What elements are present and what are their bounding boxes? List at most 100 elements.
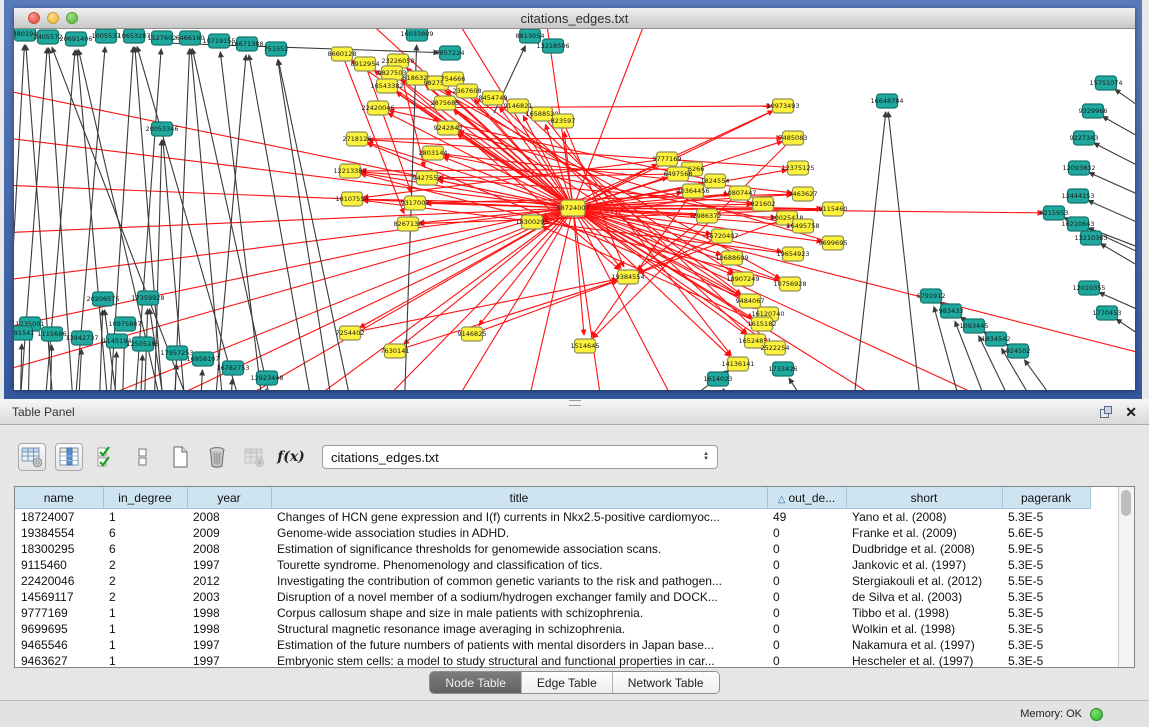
graph-node[interactable]: 9427552 [413,171,442,185]
graph-node[interactable]: 821602 [751,197,776,211]
citation-edge[interactable] [1088,200,1135,234]
table-cell[interactable]: 2 [103,589,187,605]
graph-node[interactable]: 10688609 [715,251,748,265]
citation-edge-red[interactable] [573,208,1135,359]
table-cell[interactable]: 9777169 [15,605,103,621]
close-panel-icon[interactable]: ✕ [1125,405,1137,419]
table-row[interactable]: 2242004622012Investigating the contribut… [15,573,1118,589]
table-cell[interactable]: 0 [767,605,846,621]
graph-node[interactable]: 1824554 [701,174,730,188]
citation-edge[interactable] [723,389,738,390]
table-cell[interactable]: Hescheler et al. (1997) [846,653,1002,669]
graph-node[interactable]: 10975887 [108,317,141,331]
table-cell[interactable]: 18300295 [15,541,103,557]
column-chooser-button[interactable] [55,443,83,471]
table-cell[interactable]: 1 [103,605,187,621]
graph-node[interactable]: 10756928 [773,277,806,291]
citation-edge-red[interactable] [357,138,782,139]
table-row[interactable]: 977716911998Corpus callosum shape and si… [15,605,1118,621]
graph-node[interactable]: 16543382 [370,79,403,93]
citation-edge[interactable] [200,370,202,390]
table-cell[interactable]: 5.3E-5 [1002,621,1090,637]
citation-edge-red[interactable] [14,208,573,284]
table-cell[interactable]: 6 [103,541,187,557]
table-cell[interactable]: Genome-wide association studies in ADHD. [271,525,767,541]
graph-node-hub[interactable]: 18724007 [556,200,589,216]
citation-edge[interactable] [192,49,274,390]
table-cell[interactable]: Dudbridge et al. (2008) [846,541,1002,557]
graph-node[interactable]: 9777169 [653,152,682,166]
table-cell[interactable]: 49 [767,509,846,526]
citation-edge[interactable] [1089,172,1135,206]
table-cell[interactable]: 6 [103,525,187,541]
graph-node[interactable]: 8660128 [328,47,357,61]
table-cell[interactable]: de Silva et al. (2003) [846,589,1002,605]
table-cell[interactable]: 1 [103,509,187,526]
graph-node[interactable]: 16648784 [870,94,903,108]
table-cell[interactable]: 9465546 [15,637,103,653]
graph-node[interactable]: 6497568 [664,167,693,181]
table-row[interactable]: 946554611997Estimation of the future num… [15,637,1118,653]
graph-node[interactable]: 2522254 [761,341,790,355]
citation-edge-red[interactable] [350,279,617,333]
column-header-short[interactable]: short [846,487,1002,509]
table-cell[interactable]: 14569117 [15,589,103,605]
table-cell[interactable]: 1997 [187,557,271,573]
graph-node[interactable]: 391541 [14,326,34,340]
graph-node[interactable]: 2405572 [34,30,63,44]
table-row[interactable]: 911546021997Tourette syndrome. Phenomeno… [15,557,1118,573]
citation-edge-red[interactable] [524,208,573,390]
citation-edge-red[interactable] [284,208,573,390]
column-header-title[interactable]: title [271,487,767,509]
graph-node[interactable]: 7630141 [381,344,410,358]
citation-edge[interactable] [1024,360,1066,390]
citation-edge[interactable] [1116,319,1135,351]
table-cell[interactable]: 5.6E-5 [1002,525,1090,541]
table-cell[interactable]: 0 [767,621,846,637]
graph-node[interactable]: 13942737 [65,331,98,345]
table-cell[interactable]: 2008 [187,541,271,557]
graph-node[interactable]: 2367608 [453,84,482,98]
graph-node[interactable]: 16033809 [400,29,433,41]
table-row[interactable]: 1872400712008Changes of HCN gene express… [15,509,1118,526]
new-column-button[interactable] [166,443,194,471]
table-cell[interactable]: Investigating the contribution of common… [271,573,767,589]
zoom-window-button[interactable] [66,12,78,24]
table-cell[interactable]: Stergiakouli et al. (2012) [846,573,1002,589]
graph-node[interactable]: 7857224 [436,46,465,60]
citation-edge-red[interactable] [14,208,573,334]
citation-edge-red[interactable] [364,208,573,390]
table-row[interactable]: 969969511998Structural magnetic resonanc… [15,621,1118,637]
citation-edge-red[interactable] [444,208,573,390]
table-cell[interactable]: 5.3E-5 [1002,637,1090,653]
table-row[interactable]: 1830029562008Estimation of significance … [15,541,1118,557]
graph-node[interactable]: 1770453 [1093,306,1122,320]
citation-edge[interactable] [191,49,224,390]
graph-node[interactable]: 1005537 [92,29,121,43]
graph-node[interactable]: 1834542 [982,332,1011,346]
table-cell[interactable]: 0 [767,541,846,557]
table-cell[interactable]: Embryonic stem cells: a model to study s… [271,653,767,669]
column-header-out_de[interactable]: △out_de... [767,487,846,509]
table-cell[interactable]: Disruption of a novel member of a sodium… [271,589,767,605]
network-canvas[interactable]: 1872400786601288912954232260589827503165… [14,29,1135,390]
tab-network-table[interactable]: Network Table [612,672,719,693]
table-cell[interactable]: Wolkin et al. (1998) [846,621,1002,637]
table-cell[interactable]: 18724007 [15,509,103,526]
citation-edge[interactable] [140,355,143,390]
table-cell[interactable]: 0 [767,573,846,589]
table-row[interactable]: 1938455462009Genome-wide association stu… [15,525,1118,541]
graph-node[interactable]: 9699695 [819,236,848,250]
table-settings-button[interactable] [18,443,46,471]
minimize-window-button[interactable] [47,12,59,24]
attribute-table[interactable]: namein_degreeyeartitle△out_de...shortpag… [15,487,1118,669]
table-cell[interactable]: 2003 [187,589,271,605]
graph-node[interactable]: 9317003 [401,196,430,210]
graph-node[interactable]: 20691406 [59,32,92,46]
citation-edge[interactable] [1100,244,1135,281]
table-cell[interactable]: 2012 [187,573,271,589]
graph-node[interactable]: 983433 [939,304,964,318]
graph-node[interactable]: 9115460 [819,202,848,216]
graph-node[interactable]: 8267130 [394,217,423,231]
graph-node[interactable]: 6466160 [176,31,205,45]
